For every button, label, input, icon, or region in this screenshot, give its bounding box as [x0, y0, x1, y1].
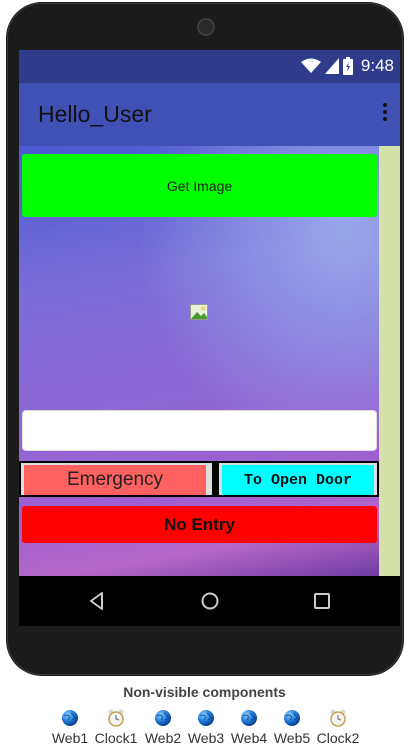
component-label: Web1	[51, 730, 89, 746]
overflow-menu-icon[interactable]	[382, 103, 388, 125]
globe-icon	[270, 707, 314, 729]
status-bar: 9:48	[19, 50, 400, 83]
image-placeholder-icon	[190, 304, 208, 320]
emergency-button[interactable]: Emergency	[24, 465, 206, 495]
phone-frame: 9:48 Hello_User Get Image Emergency To O…	[6, 2, 404, 676]
component-clock1[interactable]: Clock1	[94, 707, 138, 746]
component-web5[interactable]: Web5	[270, 707, 314, 746]
clock-icon	[94, 707, 138, 729]
wifi-icon	[300, 58, 321, 73]
status-clock: 9:48	[360, 56, 394, 75]
app-bar: Hello_User	[19, 83, 400, 146]
open-door-button[interactable]: To Open Door	[222, 465, 374, 495]
back-icon[interactable]	[86, 590, 108, 612]
component-clock2[interactable]: Clock2	[316, 707, 360, 746]
globe-icon	[141, 707, 185, 729]
text-input[interactable]	[22, 410, 377, 451]
globe-icon	[227, 707, 271, 729]
navigation-bar	[19, 576, 400, 626]
component-web2[interactable]: Web2	[141, 707, 185, 746]
app-title: Hello_User	[38, 101, 152, 127]
component-web1[interactable]: Web1	[48, 707, 92, 746]
clock-icon	[316, 707, 360, 729]
emergency-cell: Emergency	[21, 463, 212, 495]
component-label: Clock1	[94, 730, 138, 746]
non-visible-components-title: Non-visible components	[123, 684, 286, 700]
battery-icon	[342, 57, 353, 75]
home-icon[interactable]	[199, 590, 221, 612]
component-label: Web5	[273, 730, 311, 746]
component-label: Web4	[230, 730, 268, 746]
status-icons: 9:48	[300, 54, 394, 78]
component-web3[interactable]: Web3	[184, 707, 228, 746]
component-label: Web3	[187, 730, 225, 746]
globe-icon	[48, 707, 92, 729]
phone-screen: 9:48 Hello_User Get Image Emergency To O…	[19, 50, 400, 626]
open-door-cell: To Open Door	[219, 463, 377, 495]
no-entry-button[interactable]: No Entry	[22, 506, 377, 543]
front-camera	[197, 18, 215, 36]
component-label: Web2	[144, 730, 182, 746]
scrollbar-strip[interactable]	[379, 146, 400, 576]
component-label: Clock2	[316, 730, 360, 746]
button-row: Emergency To Open Door	[19, 461, 379, 497]
component-web4[interactable]: Web4	[227, 707, 271, 746]
globe-icon	[184, 707, 228, 729]
get-image-button[interactable]: Get Image	[22, 154, 377, 217]
recents-icon[interactable]	[311, 590, 333, 612]
screen-content: Get Image Emergency To Open Door No Entr…	[19, 146, 400, 576]
signal-icon	[324, 58, 339, 74]
